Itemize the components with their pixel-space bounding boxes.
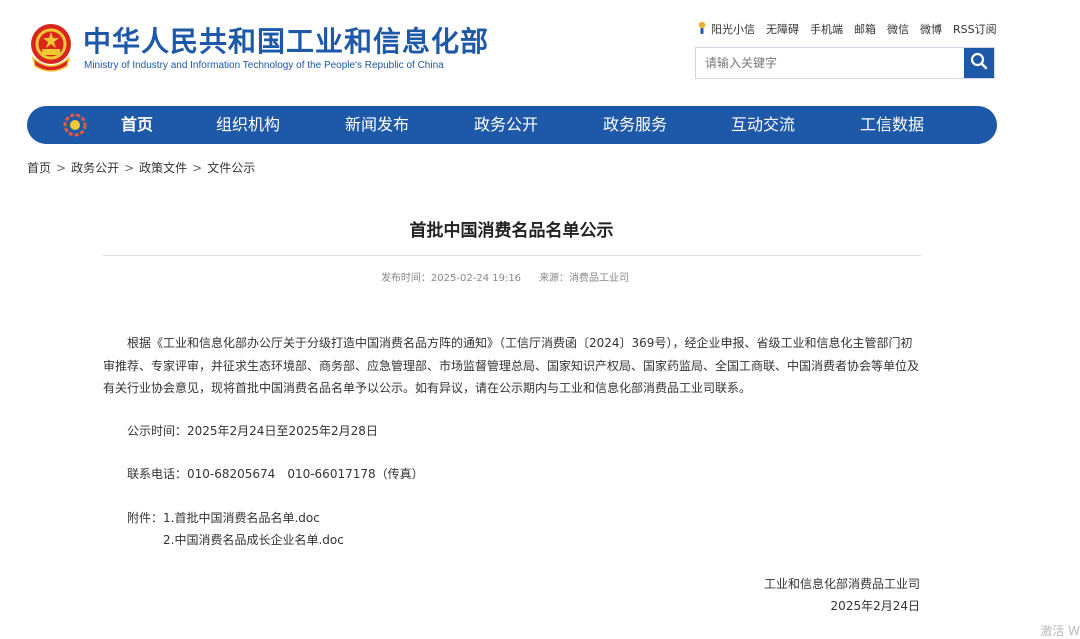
search-box — [695, 47, 995, 79]
site-title: 中华人民共和国工业和信息化部 — [83, 25, 490, 58]
activation-watermark: 激活 W — [1040, 624, 1080, 638]
national-emblem-icon — [27, 22, 75, 74]
search-icon — [970, 52, 988, 74]
nav-news[interactable]: 新闻发布 — [345, 106, 409, 144]
article-title: 首批中国消费名品名单公示 — [409, 221, 614, 241]
toplink-mobile[interactable]: 手机端 — [810, 21, 843, 37]
title-divider — [103, 255, 921, 256]
breadcrumb-separator: > — [56, 161, 67, 175]
article-source: 来源：消费品工业司 — [539, 273, 630, 284]
toplink-accessibility[interactable]: 无障碍 — [766, 21, 799, 37]
publish-time: 发布时间：2025-02-24 19:16 — [380, 273, 522, 284]
breadcrumb-file-notice[interactable]: 文件公示 — [207, 161, 255, 175]
breadcrumb-policy-documents[interactable]: 政策文件 — [139, 161, 187, 175]
notice-period: 公示时间：2025年2月24日至2025年2月28日 — [127, 424, 378, 438]
article-meta: 发布时间：2025-02-24 19:16 来源：消费品工业司 — [0, 269, 1010, 284]
nav-data[interactable]: 工信数据 — [860, 106, 924, 144]
attachment-link[interactable]: 1.首批中国消费名品名单.doc — [163, 509, 320, 526]
search-button[interactable] — [964, 48, 994, 78]
breadcrumb: 首页 > 政务公开 > 政策文件 > 文件公示 — [27, 159, 255, 176]
article-body: 根据《工业和信息化部办公厅关于分级打造中国消费名品方阵的通知》（工信厅消费函〔2… — [103, 336, 920, 395]
toplink-wechat[interactable]: 微信 — [887, 21, 909, 37]
breadcrumb-home[interactable]: 首页 — [27, 161, 51, 175]
signature: 工业和信息化部消费品工业司 — [763, 577, 920, 591]
nav-government-affairs[interactable]: 政务公开 — [474, 106, 538, 144]
signature-date: 2025年2月24日 — [830, 599, 920, 613]
sun-icon — [697, 21, 707, 37]
toplink-mail[interactable]: 邮箱 — [854, 21, 876, 37]
toplink-rss[interactable]: RSS订阅 — [953, 21, 997, 37]
ministry-logo-icon — [63, 113, 87, 137]
attachment-link[interactable]: 2.中国消费名品成长企业名单.doc — [163, 531, 344, 548]
nav-home[interactable]: 首页 — [121, 106, 153, 144]
attachments-label: 附件： — [127, 511, 164, 525]
contact-phone: 联系电话：010-68205674 010-66017178（传真） — [127, 467, 424, 481]
nav-interaction[interactable]: 互动交流 — [731, 106, 795, 144]
nav-organization[interactable]: 组织机构 — [216, 106, 280, 144]
breadcrumb-separator: > — [192, 161, 203, 175]
breadcrumb-separator: > — [124, 161, 135, 175]
toplink-sunshine[interactable]: 阳光小信 — [711, 21, 755, 37]
toplink-weibo[interactable]: 微博 — [920, 21, 942, 37]
site-subtitle: Ministry of Industry and Information Tec… — [84, 60, 444, 71]
main-nav: 首页 组织机构 新闻发布 政务公开 政务服务 互动交流 工信数据 — [27, 106, 997, 144]
breadcrumb-government-affairs[interactable]: 政务公开 — [71, 161, 119, 175]
search-input[interactable] — [696, 48, 964, 78]
top-links: 阳光小信 无障碍 手机端 邮箱 微信 微博 RSS订阅 — [697, 20, 997, 38]
nav-government-services[interactable]: 政务服务 — [603, 106, 667, 144]
